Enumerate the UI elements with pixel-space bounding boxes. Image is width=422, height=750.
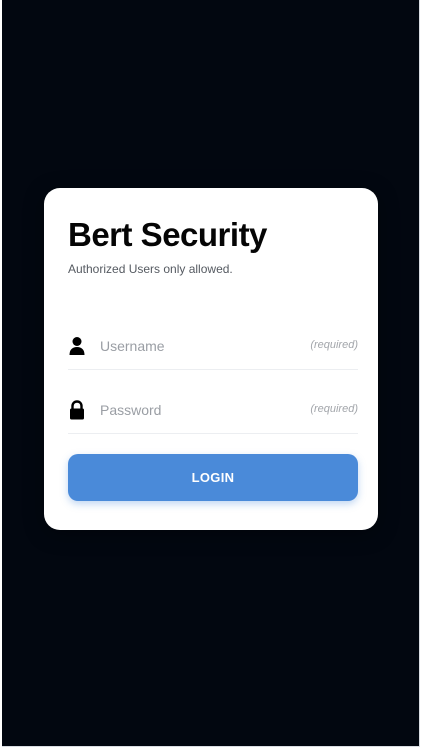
user-icon bbox=[68, 336, 86, 356]
login-button[interactable]: LOGIN bbox=[68, 454, 358, 501]
app-title: Bert Security bbox=[68, 216, 267, 253]
password-field: (required) bbox=[68, 391, 358, 434]
password-required-hint: (required) bbox=[310, 403, 358, 415]
username-field: (required) bbox=[68, 327, 358, 370]
username-required-hint: (required) bbox=[310, 339, 358, 351]
app-screen: Bert Security Authorized Users only allo… bbox=[2, 0, 420, 747]
lock-icon bbox=[68, 400, 86, 420]
app-subtitle: Authorized Users only allowed. bbox=[68, 262, 233, 276]
password-input[interactable] bbox=[100, 399, 290, 421]
username-input[interactable] bbox=[100, 335, 290, 357]
login-card: Bert Security Authorized Users only allo… bbox=[44, 188, 378, 530]
